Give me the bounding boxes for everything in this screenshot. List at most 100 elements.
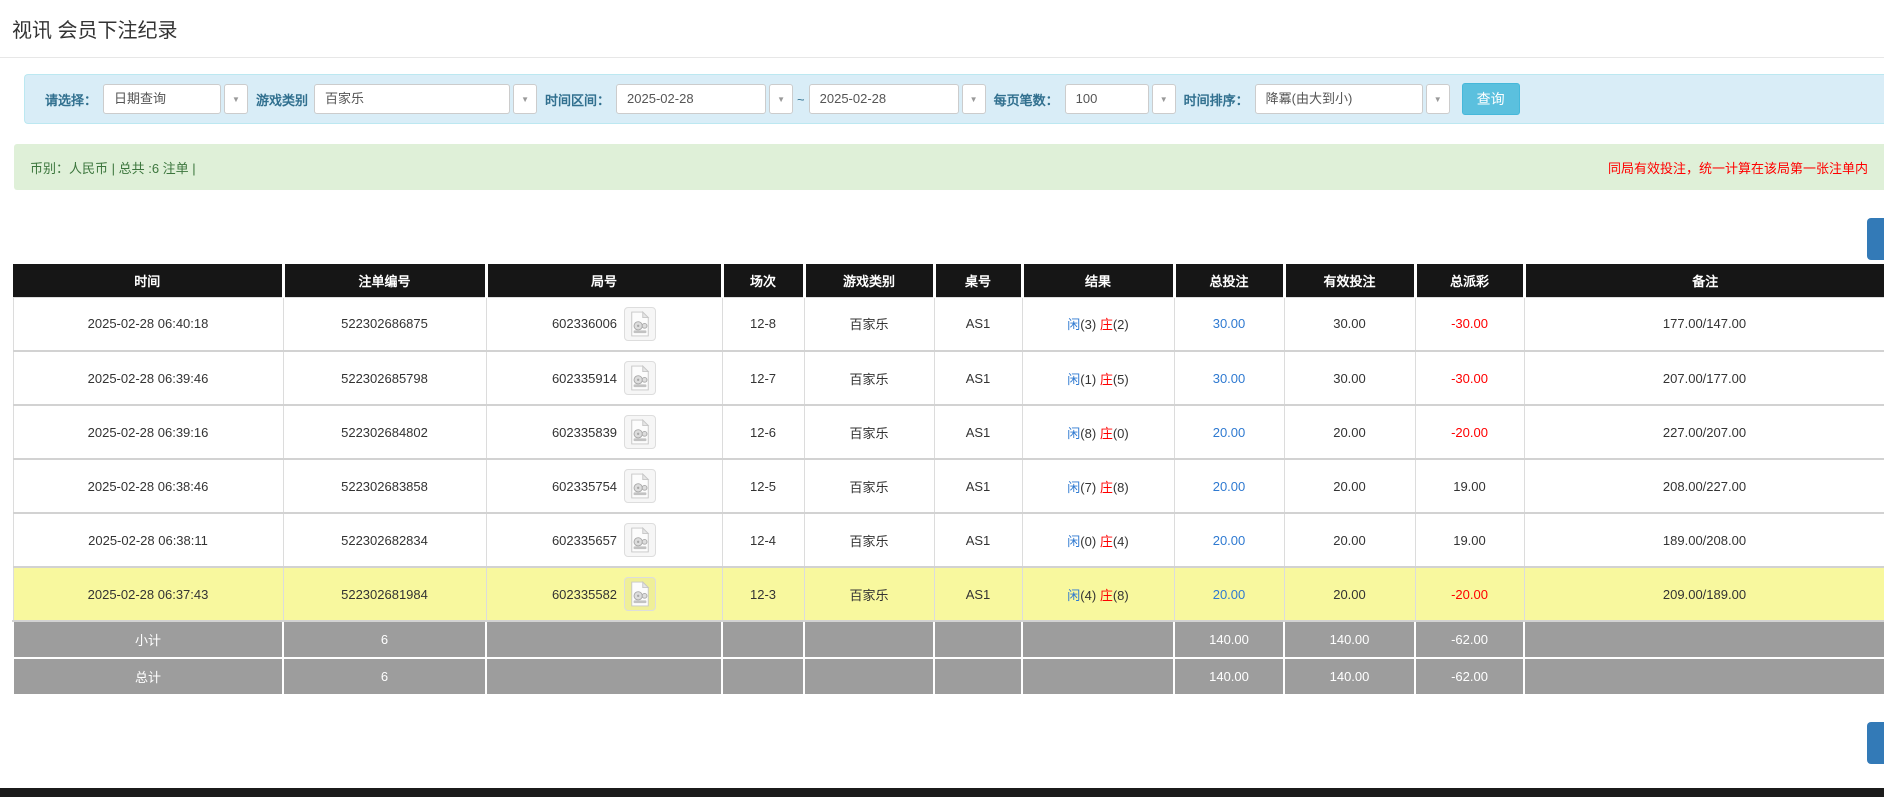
round-number: 602335657 [552, 533, 617, 548]
round-number: 602335839 [552, 425, 617, 440]
cell-remark: 227.00/207.00 [1524, 405, 1884, 459]
cell-round-no: 602335582 [486, 567, 722, 621]
title-divider [0, 57, 1884, 58]
video-replay-icon[interactable] [624, 523, 656, 557]
table-row: 2025-02-28 06:38:46 522302683858 6023357… [13, 459, 1884, 513]
video-replay-icon[interactable] [624, 577, 656, 611]
video-replay-icon[interactable] [624, 307, 656, 341]
grand-total-payout: -62.00 [1415, 658, 1524, 695]
video-replay-icon[interactable] [624, 361, 656, 395]
grand-total-bet: 140.00 [1174, 658, 1284, 695]
cell-time: 2025-02-28 06:40:18 [13, 297, 283, 351]
subtotal-row: 小计 6 140.00 140.00 -62.00 [13, 621, 1884, 658]
cell-table-no: AS1 [934, 405, 1022, 459]
date-from-select[interactable]: 2025-02-28 ▼ [616, 84, 793, 114]
cell-table-no: AS1 [934, 351, 1022, 405]
grand-total-row: 总计 6 140.00 140.00 -62.00 [13, 658, 1884, 695]
cell-valid-bet: 20.00 [1284, 459, 1415, 513]
page-title: 视讯 会员下注纪录 [12, 14, 1884, 43]
player-score: (0) [1080, 534, 1096, 549]
cell-game: 百家乐 [804, 513, 934, 567]
banker-label: 庄 [1100, 317, 1113, 332]
cell-result: 闲(4) 庄(8) [1022, 567, 1174, 621]
cell-bet-no: 522302683858 [283, 459, 486, 513]
query-type-label: 请选择： [45, 90, 97, 109]
cell-total-bet[interactable]: 20.00 [1174, 459, 1284, 513]
cell-bet-no: 522302685798 [283, 351, 486, 405]
cell-total-bet[interactable]: 20.00 [1174, 513, 1284, 567]
player-score: (1) [1080, 372, 1096, 387]
cell-result: 闲(3) 庄(2) [1022, 297, 1174, 351]
cell-session: 12-4 [722, 513, 804, 567]
betting-records-page: 视讯 会员下注纪录 请选择： 日期查询 ▼ 游戏类别 百家乐 ▼ 时间区间： 2… [0, 0, 1884, 797]
summary-bar: 币别：人民币 | 总共 :6 注单 | 同局有效投注，统一计算在该局第一张注单内 [14, 144, 1884, 190]
table-row: 2025-02-28 06:38:11 522302682834 6023356… [13, 513, 1884, 567]
player-label: 闲 [1067, 317, 1080, 332]
banker-score: (8) [1113, 588, 1129, 603]
cell-game: 百家乐 [804, 567, 934, 621]
banker-label: 庄 [1100, 372, 1113, 387]
date-range-separator: ~ [797, 92, 805, 107]
cell-bet-no: 522302684802 [283, 405, 486, 459]
video-replay-icon[interactable] [624, 469, 656, 503]
cell-table-no: AS1 [934, 459, 1022, 513]
cell-time: 2025-02-28 06:37:43 [13, 567, 283, 621]
cell-time: 2025-02-28 06:38:11 [13, 513, 283, 567]
cell-result: 闲(0) 庄(4) [1022, 513, 1174, 567]
cell-total-bet[interactable]: 20.00 [1174, 567, 1284, 621]
table-row: 2025-02-28 06:39:16 522302684802 6023358… [13, 405, 1884, 459]
banker-score: (5) [1113, 372, 1129, 387]
cell-valid-bet: 30.00 [1284, 351, 1415, 405]
filter-bar: 请选择： 日期查询 ▼ 游戏类别 百家乐 ▼ 时间区间： 2025-02-28 … [24, 74, 1884, 124]
game-type-label: 游戏类别 [256, 90, 308, 109]
game-type-select[interactable]: 百家乐 ▼ [314, 84, 537, 114]
cell-session: 12-8 [722, 297, 804, 351]
date-to-select[interactable]: 2025-02-28 ▼ [809, 84, 986, 114]
time-sort-label: 时间排序： [1184, 90, 1249, 109]
cell-round-no: 602335657 [486, 513, 722, 567]
cell-game: 百家乐 [804, 459, 934, 513]
cell-bet-no: 522302686875 [283, 297, 486, 351]
query-type-select[interactable]: 日期查询 ▼ [103, 84, 248, 114]
table-row: 2025-02-28 06:40:18 522302686875 6023360… [13, 297, 1884, 351]
page-size-select[interactable]: 100 ▼ [1065, 84, 1176, 114]
subtotal-label: 小计 [13, 621, 283, 658]
cell-total-bet[interactable]: 30.00 [1174, 351, 1284, 405]
banker-score: (8) [1113, 480, 1129, 495]
time-sort-value: 降冪(由大到小) [1255, 84, 1423, 114]
game-type-value: 百家乐 [314, 84, 510, 114]
page-size-value: 100 [1065, 84, 1149, 114]
chevron-down-icon: ▼ [513, 84, 537, 114]
cell-valid-bet: 20.00 [1284, 513, 1415, 567]
cell-game: 百家乐 [804, 405, 934, 459]
cell-table-no: AS1 [934, 513, 1022, 567]
time-sort-select[interactable]: 降冪(由大到小) ▼ [1255, 84, 1450, 114]
header-game-type: 游戏类别 [804, 264, 934, 297]
cell-time: 2025-02-28 06:39:46 [13, 351, 283, 405]
cell-round-no: 602335914 [486, 351, 722, 405]
cell-time: 2025-02-28 06:38:46 [13, 459, 283, 513]
cell-total-bet[interactable]: 30.00 [1174, 297, 1284, 351]
chevron-down-icon: ▼ [962, 84, 986, 114]
search-button[interactable]: 查询 [1462, 83, 1520, 115]
currency-total-text: 币别：人民币 | 总共 :6 注单 | [30, 158, 196, 177]
cell-payout: -30.00 [1415, 351, 1524, 405]
header-result: 结果 [1022, 264, 1174, 297]
export-button-bottom[interactable] [1867, 722, 1884, 764]
video-replay-icon[interactable] [624, 415, 656, 449]
cell-remark: 208.00/227.00 [1524, 459, 1884, 513]
cell-valid-bet: 20.00 [1284, 567, 1415, 621]
banker-label: 庄 [1100, 480, 1113, 495]
chevron-down-icon: ▼ [769, 84, 793, 114]
header-remark: 备注 [1524, 264, 1884, 297]
header-session: 场次 [722, 264, 804, 297]
cell-game: 百家乐 [804, 297, 934, 351]
cell-session: 12-5 [722, 459, 804, 513]
table-header: 时间 注单编号 局号 场次 游戏类别 桌号 结果 总投注 有效投注 总派彩 备注 [13, 264, 1884, 297]
cell-payout: -20.00 [1415, 405, 1524, 459]
cell-result: 闲(7) 庄(8) [1022, 459, 1174, 513]
grand-total-valid-bet: 140.00 [1284, 658, 1415, 695]
banker-label: 庄 [1100, 534, 1113, 549]
cell-total-bet[interactable]: 20.00 [1174, 405, 1284, 459]
export-button-top[interactable] [1867, 218, 1884, 260]
